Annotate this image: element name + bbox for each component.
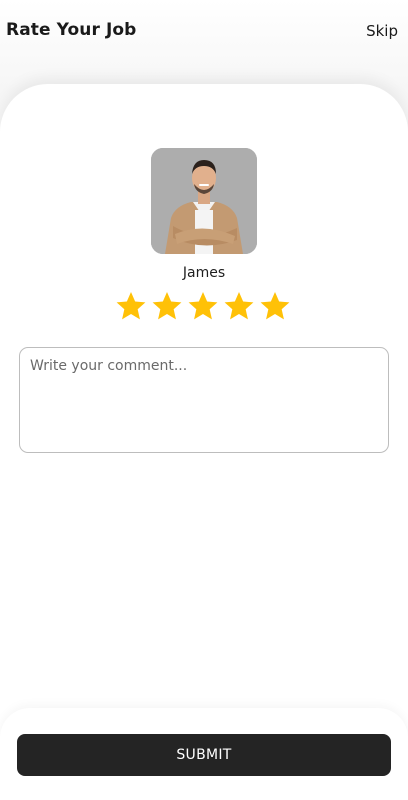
star-icon[interactable] xyxy=(151,290,183,322)
rate-job-screen: Rate Your Job Skip James Write your comm… xyxy=(0,0,408,800)
submit-button[interactable]: SUBMIT xyxy=(17,734,391,776)
star-icon[interactable] xyxy=(223,290,255,322)
star-icon[interactable] xyxy=(115,290,147,322)
avatar xyxy=(151,148,257,254)
skip-button[interactable]: Skip xyxy=(366,22,398,40)
worker-name: James xyxy=(182,265,226,281)
rating-card: James xyxy=(0,84,408,800)
page-title: Rate Your Job xyxy=(6,20,137,40)
star-rating[interactable] xyxy=(115,290,291,322)
comment-input[interactable] xyxy=(19,347,389,453)
footer-bar: SUBMIT xyxy=(0,708,408,800)
star-icon[interactable] xyxy=(187,290,219,322)
star-icon[interactable] xyxy=(259,290,291,322)
person-photo-icon xyxy=(151,148,257,254)
app-header: Rate Your Job Skip xyxy=(0,0,408,64)
